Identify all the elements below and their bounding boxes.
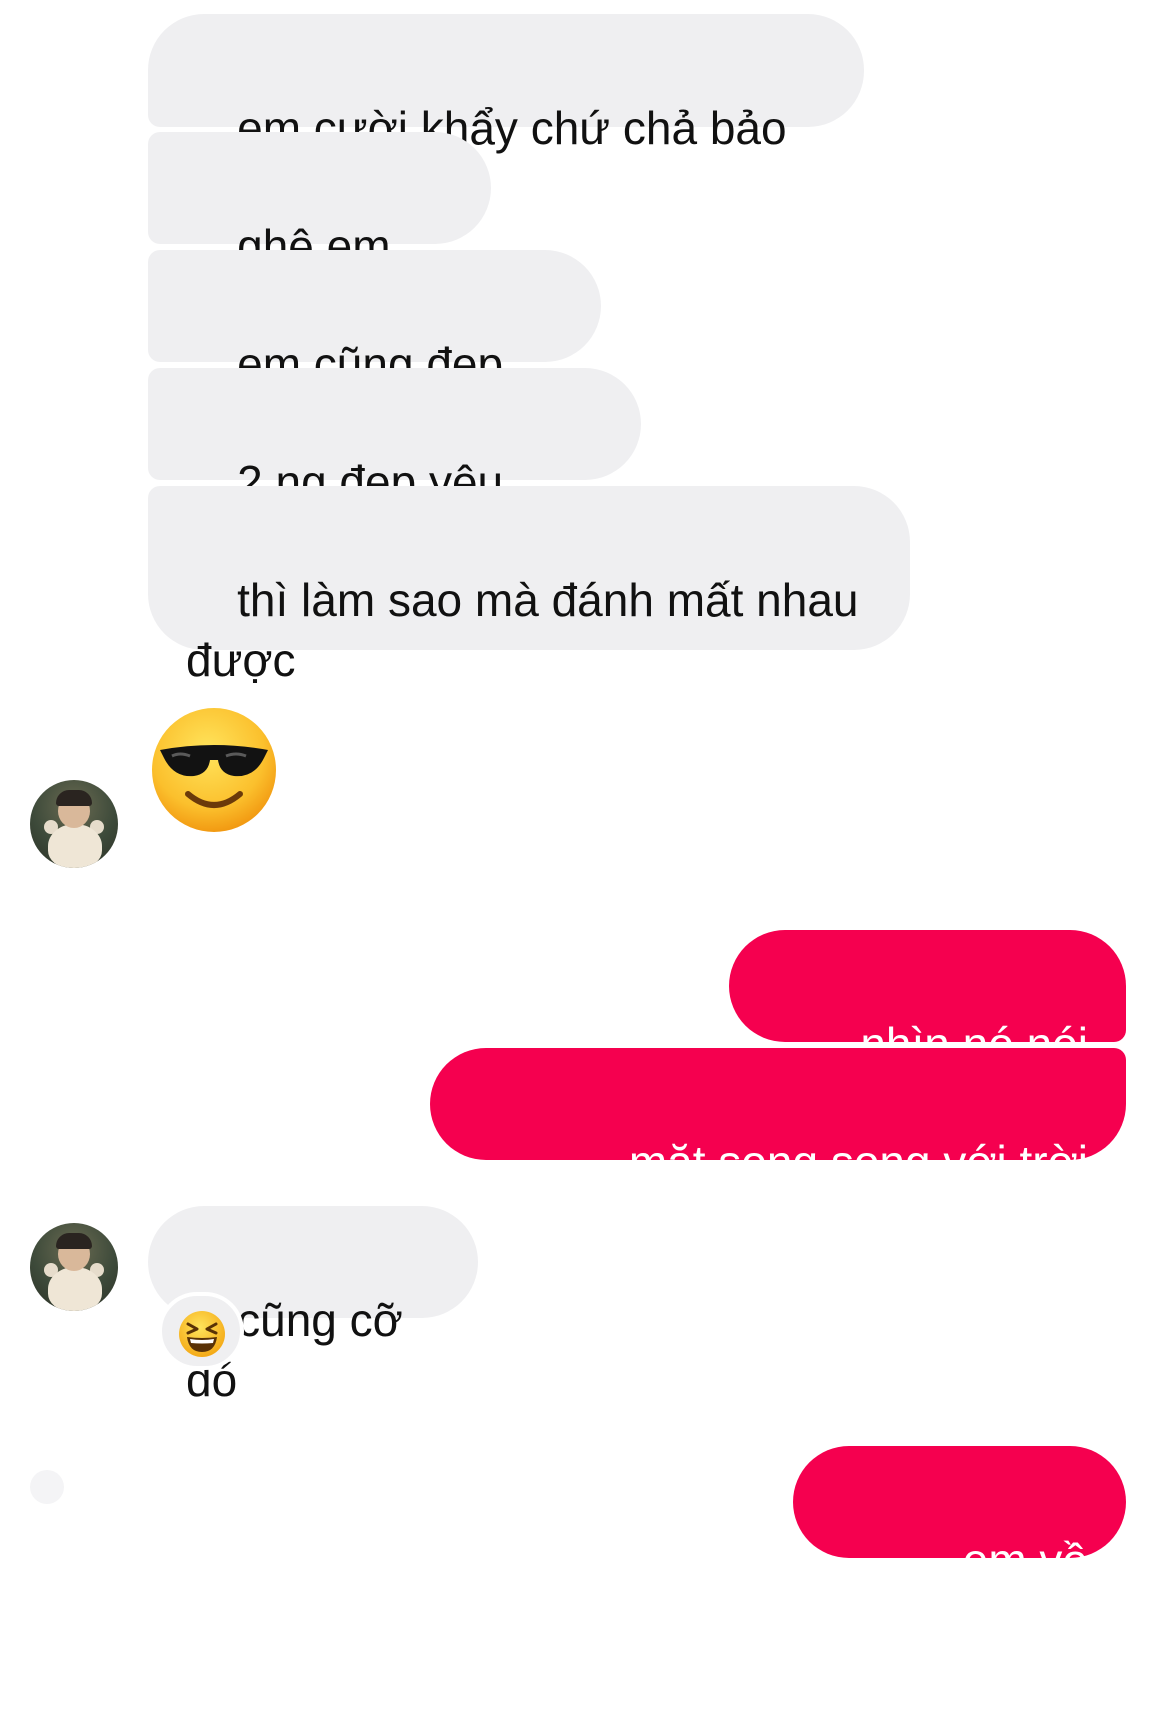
incoming-message-bubble[interactable]: em cũng đẹp mà — [148, 250, 601, 450]
avatar-detail — [48, 1267, 102, 1311]
outgoing-message-bubble[interactable]: em về chưa — [793, 1446, 1126, 1646]
chat-thread: em cười khẩy chứ chả bảo gì ghệ em đẹp e… — [0, 0, 1170, 1646]
outgoing-message-bubble[interactable]: nhìn nó nói kìa — [729, 930, 1126, 1130]
avatar[interactable] — [30, 780, 118, 868]
message-text: mặt song song với trời chưa — [628, 1136, 1101, 1248]
avatar-detail — [56, 790, 92, 806]
sunglasses-face-icon[interactable] — [150, 706, 278, 834]
avatar[interactable] — [30, 1223, 118, 1311]
incoming-message-bubble[interactable]: 2 ng đẹp yêu nhau — [148, 368, 641, 568]
avatar-detail — [48, 824, 102, 868]
incoming-message-bubble[interactable]: thì làm sao mà đánh mất nhau được — [148, 486, 910, 686]
grinning-squinting-face-icon — [179, 1311, 225, 1357]
avatar-detail — [56, 1233, 92, 1249]
message-text: em về chưa — [962, 1534, 1101, 1646]
avatar-remnant — [30, 1470, 64, 1504]
outgoing-message-bubble[interactable]: mặt song song với trời chưa — [430, 1048, 1126, 1248]
message-reaction[interactable] — [158, 1292, 244, 1370]
message-text: thì làm sao mà đánh mất nhau được — [186, 574, 859, 686]
incoming-message-bubble[interactable]: ghệ em đẹp — [148, 132, 491, 332]
incoming-message-bubble[interactable]: em cười khẩy chứ chả bảo gì — [148, 14, 864, 214]
